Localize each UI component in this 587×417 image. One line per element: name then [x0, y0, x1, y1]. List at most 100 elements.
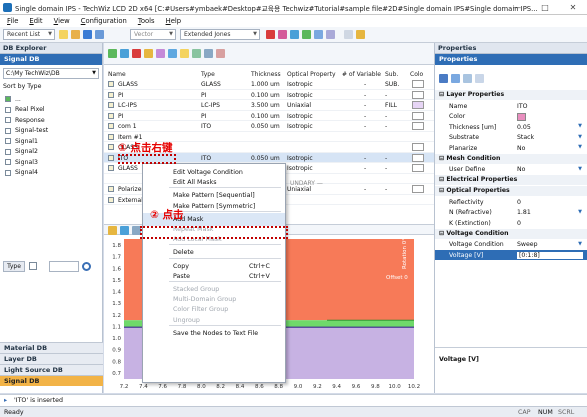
- property-value[interactable]: No: [517, 145, 525, 152]
- col-sub[interactable]: Sub.: [385, 71, 398, 78]
- delete-layer-icon[interactable]: [132, 49, 141, 58]
- col-optical-property[interactable]: Optical Property: [287, 71, 336, 78]
- property-value[interactable]: [0:1:8]: [517, 251, 583, 259]
- property-value[interactable]: ITO: [517, 103, 527, 110]
- material-db-tab[interactable]: Material DB: [0, 342, 103, 353]
- maximize-button[interactable]: □: [531, 0, 559, 15]
- db-tree-item[interactable]: ...: [0, 94, 102, 105]
- property-row[interactable]: Substrate Stack ▼: [435, 133, 587, 143]
- signal-db-bottom-tab[interactable]: Signal DB: [0, 375, 103, 386]
- property-value[interactable]: Stack: [517, 134, 534, 141]
- filter-input[interactable]: [49, 261, 79, 272]
- property-row[interactable]: Color: [435, 112, 587, 122]
- property-value[interactable]: Sweep: [517, 241, 538, 248]
- col-color[interactable]: Colo: [410, 71, 423, 78]
- property-category[interactable]: ⊟ Electrical Properties: [435, 175, 587, 185]
- step-icon[interactable]: [290, 30, 299, 39]
- col-type[interactable]: Type: [201, 71, 215, 78]
- layer-color-swatch[interactable]: [412, 90, 424, 99]
- menu-tools[interactable]: Tools: [134, 17, 159, 25]
- property-row[interactable]: Voltage [V] [0:1:8]: [435, 250, 587, 260]
- insert-layer-icon[interactable]: [120, 49, 129, 58]
- method-combo[interactable]: Extended Jones ▼: [180, 29, 260, 40]
- menu-file[interactable]: File: [3, 17, 22, 25]
- mask-icon[interactable]: [156, 49, 165, 58]
- layer-row[interactable]: GLASS GLASS 1.000 um Isotropic - SUB.: [104, 79, 434, 90]
- property-value[interactable]: 0: [517, 220, 521, 227]
- save-all-icon[interactable]: [95, 30, 104, 39]
- db-tree-item[interactable]: Signal-test: [0, 126, 102, 137]
- layer-db-tab[interactable]: Layer DB: [0, 353, 103, 364]
- property-value[interactable]: 1.81: [517, 209, 531, 216]
- property-value[interactable]: 0.05: [517, 124, 531, 131]
- layer-row[interactable]: PI PI 0.100 um Isotropic - -: [104, 90, 434, 100]
- property-row[interactable]: Name ITO: [435, 101, 587, 111]
- alphabetical-icon[interactable]: [451, 74, 460, 83]
- hand-icon[interactable]: [108, 226, 117, 235]
- db-path-combo[interactable]: C:\My TechWiz\DB ▼: [3, 68, 99, 79]
- dropdown-arrow-icon[interactable]: ▼: [578, 144, 582, 150]
- properties-tab[interactable]: Properties: [435, 54, 587, 65]
- settings-icon[interactable]: [344, 30, 353, 39]
- property-value[interactable]: 0: [517, 199, 521, 206]
- property-category[interactable]: ⊟ Layer Properties: [435, 90, 587, 100]
- sort-label[interactable]: Sort by Type: [3, 83, 99, 90]
- layer-color-swatch[interactable]: [412, 80, 424, 88]
- dropdown-arrow-icon[interactable]: ▼: [578, 166, 582, 172]
- property-value[interactable]: No: [517, 166, 525, 173]
- paste-layer-icon[interactable]: [180, 49, 189, 58]
- light-source-db-tab[interactable]: Light Source DB: [0, 364, 103, 375]
- property-row[interactable]: User Define No ▼: [435, 165, 587, 175]
- property-row[interactable]: Thickness [um] 0.05 ▼: [435, 122, 587, 132]
- copy-layer-icon[interactable]: [168, 49, 177, 58]
- minimize-button[interactable]: —: [503, 0, 531, 15]
- col-name[interactable]: Name: [108, 71, 126, 78]
- layer-color-swatch[interactable]: [412, 153, 424, 162]
- group-icon[interactable]: [144, 49, 153, 58]
- grid-icon[interactable]: [326, 30, 335, 39]
- layer-color-swatch[interactable]: [412, 122, 424, 130]
- layer-row[interactable]: PI PI 0.100 um Isotropic - -: [104, 111, 434, 121]
- property-row[interactable]: N (Refractive) 1.81 ▼: [435, 208, 587, 218]
- move-down-icon[interactable]: [204, 49, 213, 58]
- col-variables[interactable]: # of Variable: [342, 71, 381, 78]
- menu-view[interactable]: View: [50, 17, 74, 25]
- categorized-icon[interactable]: [439, 74, 448, 83]
- move-up-icon[interactable]: [192, 49, 201, 58]
- run-icon[interactable]: [266, 30, 275, 39]
- property-pages-icon[interactable]: [463, 74, 472, 83]
- save-icon[interactable]: [83, 30, 92, 39]
- db-tree-item[interactable]: Signal4: [0, 168, 102, 179]
- run-all-icon[interactable]: [278, 30, 287, 39]
- vector-combo[interactable]: Vector ▼: [130, 29, 176, 40]
- db-tree-item[interactable]: Response: [0, 115, 102, 126]
- type-button[interactable]: Type: [3, 261, 25, 272]
- add-layer-icon[interactable]: [108, 49, 117, 58]
- property-category[interactable]: ⊟ Optical Properties: [435, 186, 587, 196]
- dropdown-arrow-icon[interactable]: ▼: [578, 241, 582, 247]
- property-category[interactable]: ⊟ Mesh Condition: [435, 153, 587, 164]
- search-icon[interactable]: [82, 262, 91, 271]
- db-tree-item[interactable]: Signal2: [0, 147, 102, 158]
- property-color-swatch[interactable]: [517, 112, 526, 121]
- dropdown-arrow-icon[interactable]: ▼: [578, 209, 582, 215]
- layer-row[interactable]: com 1 ITO 0.050 um Isotropic - -: [104, 121, 434, 132]
- dropdown-arrow-icon[interactable]: ▼: [578, 123, 582, 129]
- refresh-icon[interactable]: [475, 74, 484, 83]
- signal-db-tab[interactable]: Signal DB: [0, 54, 102, 65]
- col-thickness[interactable]: Thickness: [251, 71, 281, 78]
- pen-icon[interactable]: [120, 226, 129, 235]
- chart-icon[interactable]: [302, 30, 311, 39]
- recent-list-combo[interactable]: Recent List ▼: [3, 29, 55, 40]
- export-icon[interactable]: [356, 30, 365, 39]
- filter-checkbox[interactable]: [29, 262, 37, 270]
- view-icon[interactable]: [314, 30, 323, 39]
- db-tree-item[interactable]: Signal1: [0, 136, 102, 147]
- open-folder-icon[interactable]: [71, 30, 80, 39]
- menu-edit[interactable]: Edit: [25, 17, 46, 25]
- property-row[interactable]: K (Extinction) 0: [435, 218, 587, 228]
- property-row[interactable]: Voltage Condition Sweep ▼: [435, 240, 587, 250]
- layer-color-swatch[interactable]: [412, 185, 424, 193]
- menu-help[interactable]: Help: [162, 17, 186, 25]
- context-menu-item[interactable]: Save the Nodes to Text File: [143, 327, 285, 340]
